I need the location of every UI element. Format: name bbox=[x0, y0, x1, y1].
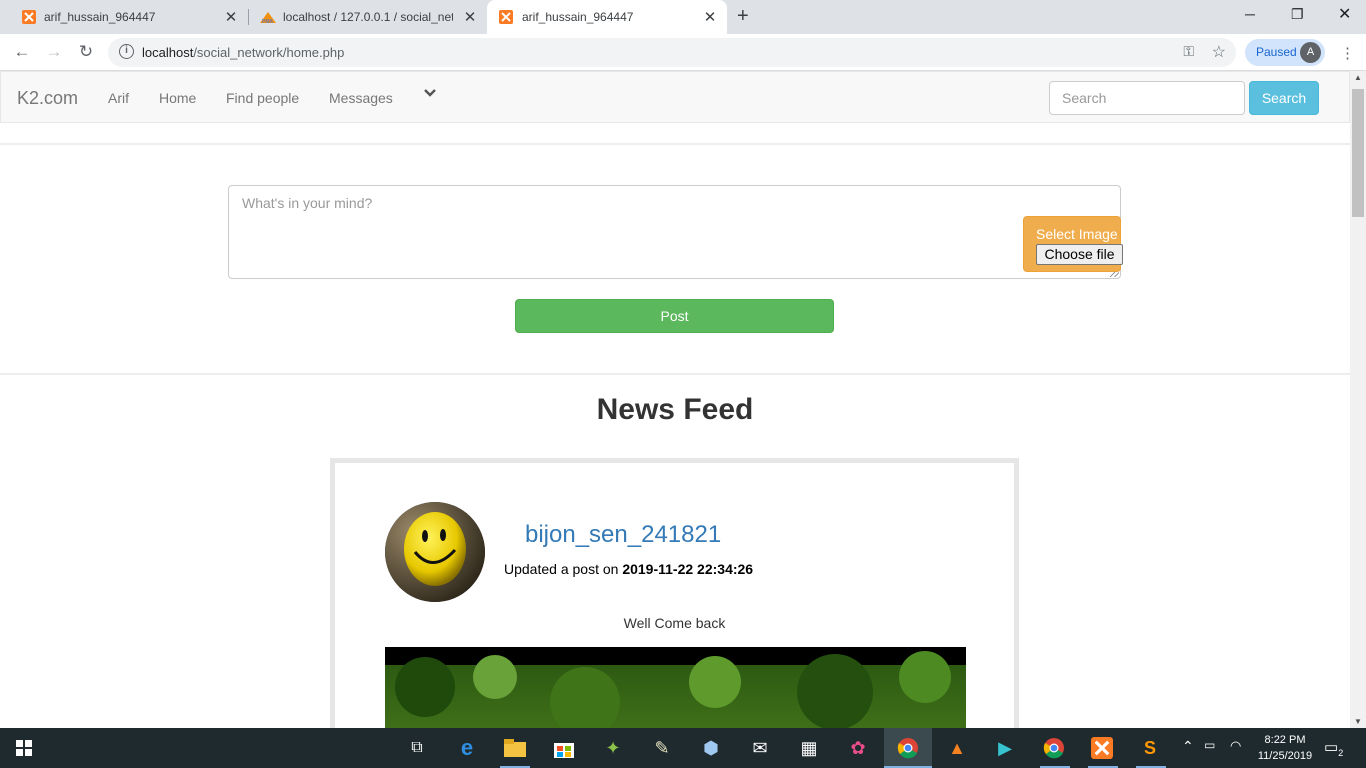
chrome-taskbar-icon[interactable] bbox=[884, 728, 932, 768]
post-button[interactable]: Post bbox=[515, 299, 834, 333]
minimize-icon[interactable]: ─ bbox=[1245, 6, 1255, 22]
choose-file-button[interactable]: Choose file bbox=[1036, 244, 1123, 265]
chevron-up-icon[interactable]: ⌃ bbox=[1182, 738, 1194, 755]
restore-icon[interactable]: ❐ bbox=[1291, 6, 1304, 23]
sublime-text-icon[interactable]: S bbox=[1138, 736, 1162, 760]
vlc-icon[interactable]: ▲ bbox=[945, 736, 969, 760]
notification-count: 2 bbox=[1338, 748, 1344, 758]
url-host: localhost bbox=[142, 45, 194, 60]
phpmyadmin-icon: PMA bbox=[260, 12, 276, 24]
store-icon[interactable] bbox=[552, 736, 576, 760]
close-tab-icon[interactable]: ✕ bbox=[463, 8, 477, 26]
window-close-icon[interactable]: ✕ bbox=[1338, 4, 1351, 24]
key-icon[interactable]: ⚿ bbox=[1183, 43, 1194, 60]
scroll-up-icon[interactable]: ▲ bbox=[1354, 73, 1362, 82]
post-card: bijon_sen_241821 Updated a post on 2019-… bbox=[330, 458, 1019, 728]
tab-title: arif_hussain_964447 bbox=[522, 10, 634, 24]
site-navbar: K2.com Arif Home Find people Messages Se… bbox=[0, 71, 1350, 123]
paint-icon[interactable]: ✿ bbox=[846, 736, 870, 760]
mail-icon[interactable]: ✉ bbox=[748, 736, 772, 760]
search-button[interactable]: Search bbox=[1249, 81, 1319, 115]
file-explorer-icon[interactable] bbox=[503, 736, 527, 760]
browser-tab-3-active[interactable]: arif_hussain_964447 ✕ bbox=[487, 0, 727, 34]
calculator-icon[interactable]: ▦ bbox=[797, 736, 821, 760]
reload-icon[interactable]: ↻ bbox=[75, 42, 97, 62]
xampp-icon bbox=[499, 10, 513, 24]
nature-photo bbox=[385, 647, 966, 728]
user-avatar[interactable] bbox=[385, 502, 485, 602]
url-path: /social_network/home.php bbox=[193, 45, 345, 60]
close-tab-icon[interactable]: ✕ bbox=[224, 8, 238, 26]
xampp-taskbar-icon[interactable] bbox=[1090, 736, 1114, 760]
news-feed-title: News Feed bbox=[596, 393, 754, 426]
page-scrollbar[interactable]: ▲ ▼ bbox=[1350, 71, 1366, 728]
scroll-down-icon[interactable]: ▼ bbox=[1354, 717, 1362, 726]
post-content: Well Come back bbox=[623, 615, 726, 631]
post-timestamp: 2019-11-22 22:34:26 bbox=[622, 561, 754, 577]
profile-button[interactable]: Paused A bbox=[1245, 39, 1325, 66]
bookmark-star-icon[interactable]: ☆ bbox=[1212, 42, 1226, 62]
url-text: localhost/social_network/home.php bbox=[142, 45, 344, 60]
profile-status: Paused bbox=[1256, 45, 1297, 59]
system-clock[interactable]: 8:22 PM 11/25/2019 bbox=[1252, 732, 1318, 764]
task-view-icon[interactable]: ⧉ bbox=[405, 736, 429, 760]
address-bar[interactable]: i localhost/social_network/home.php ⚿ ☆ bbox=[108, 38, 1236, 67]
scrollbar-thumb[interactable] bbox=[1352, 89, 1364, 217]
close-tab-icon[interactable]: ✕ bbox=[703, 8, 717, 26]
browser-tab-2[interactable]: PMA localhost / 127.0.0.1 / social_netw … bbox=[249, 0, 486, 34]
windows-taskbar: ⧉ e ✦ ✎ ⬢ ✉ ▦ ✿ ▲ ▶ S ⌃ ▭ ◠ 8:22 PM 11/2… bbox=[0, 728, 1366, 768]
android-studio-icon[interactable]: ✦ bbox=[601, 736, 625, 760]
select-image-label: Select Image bbox=[1036, 226, 1118, 242]
chrome-icon[interactable] bbox=[1042, 736, 1066, 760]
updated-prefix: Updated a post on bbox=[504, 561, 619, 577]
media-player-icon[interactable]: ▶ bbox=[993, 736, 1017, 760]
divider bbox=[0, 143, 1350, 145]
wifi-icon[interactable]: ◠ bbox=[1230, 738, 1241, 754]
smiley-avatar-image bbox=[385, 502, 485, 602]
windows-start-icon[interactable] bbox=[16, 740, 32, 756]
avatar: A bbox=[1300, 42, 1321, 63]
battery-icon[interactable]: ▭ bbox=[1204, 738, 1215, 752]
notepad-icon[interactable]: ✎ bbox=[650, 736, 674, 760]
search-input[interactable]: Search bbox=[1049, 81, 1245, 115]
select-image-group: Select Image Choose file bbox=[1023, 216, 1123, 272]
browser-tab-strip: arif_hussain_964447 ✕ PMA localhost / 12… bbox=[0, 0, 1366, 34]
virtualbox-icon[interactable]: ⬢ bbox=[699, 736, 723, 760]
xampp-icon bbox=[22, 10, 36, 24]
chevron-down-icon[interactable] bbox=[423, 86, 437, 100]
clock-date: 11/25/2019 bbox=[1257, 750, 1313, 762]
back-icon[interactable]: ← bbox=[11, 42, 33, 62]
tab-title: arif_hussain_964447 bbox=[44, 10, 156, 24]
browser-toolbar: ← → ↻ i localhost/social_network/home.ph… bbox=[0, 34, 1366, 71]
page-viewport: K2.com Arif Home Find people Messages Se… bbox=[0, 71, 1350, 728]
tab-title: localhost / 127.0.0.1 / social_netw bbox=[283, 10, 453, 24]
nav-link-profile[interactable]: Arif bbox=[108, 90, 129, 106]
action-center-icon[interactable]: ▭2 bbox=[1324, 738, 1343, 758]
nav-link-messages[interactable]: Messages bbox=[329, 90, 393, 106]
site-brand[interactable]: K2.com bbox=[17, 88, 78, 109]
edge-icon[interactable]: e bbox=[455, 735, 479, 760]
nav-link-find-people[interactable]: Find people bbox=[226, 90, 299, 106]
site-info-icon[interactable]: i bbox=[119, 44, 134, 59]
post-placeholder: What's in your mind? bbox=[242, 195, 373, 211]
browser-tab-1[interactable]: arif_hussain_964447 ✕ bbox=[0, 0, 248, 34]
menu-kebab-icon[interactable]: ⋮ bbox=[1340, 44, 1355, 62]
divider bbox=[0, 373, 1350, 375]
new-tab-icon[interactable]: + bbox=[737, 5, 749, 28]
post-meta: Updated a post on 2019-11-22 22:34:26 bbox=[504, 561, 753, 577]
clock-time: 8:22 PM bbox=[1264, 734, 1306, 746]
forward-icon[interactable]: → bbox=[43, 42, 65, 62]
post-image[interactable] bbox=[385, 647, 966, 728]
nav-link-home[interactable]: Home bbox=[159, 90, 196, 106]
svg-text:PMA: PMA bbox=[262, 19, 274, 24]
post-textarea[interactable]: What's in your mind? bbox=[228, 185, 1121, 279]
post-username-link[interactable]: bijon_sen_241821 bbox=[525, 521, 721, 549]
